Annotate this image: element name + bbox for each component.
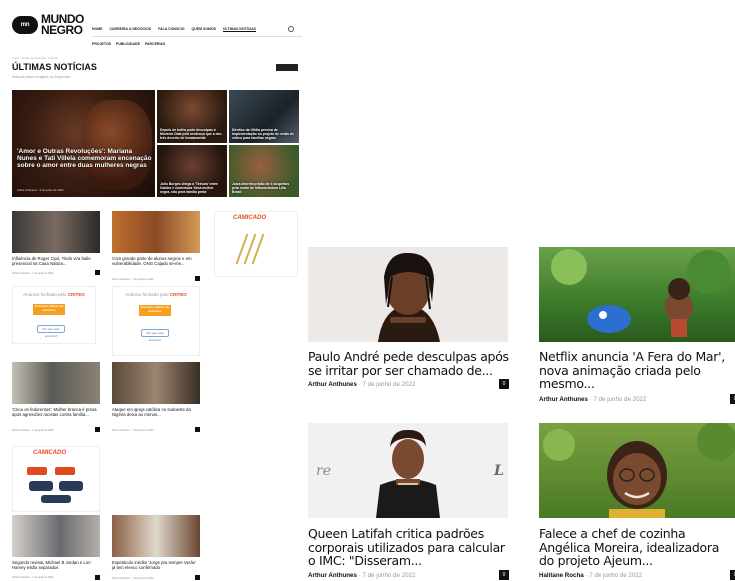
secondary-nav: PROJETOS PUBLICIDADE PARCERIAS bbox=[92, 42, 165, 46]
nav-item-fala[interactable]: FALA CONSCIO bbox=[158, 27, 184, 32]
svg-text:re: re bbox=[316, 463, 331, 479]
article-thumbnail[interactable] bbox=[12, 211, 100, 253]
site-logo[interactable]: mn MUNDO NEGRO bbox=[12, 13, 84, 37]
page-title: ÚLTIMAS NOTÍCIAS bbox=[12, 62, 97, 72]
portrait-illustration bbox=[378, 252, 440, 342]
breadcrumb[interactable]: Início › Todas as Notícias › Últimas bbox=[12, 56, 58, 60]
hero-title[interactable]: 'Amor e Outras Revoluções': Mariana Nune… bbox=[17, 148, 152, 170]
article-meta: Halitane Rocha · 7 de junho de 2022 bbox=[539, 572, 643, 579]
nav-item-carreira[interactable]: CARREIRA & NEGÓCIOS bbox=[110, 27, 152, 32]
criteo-ad[interactable]: Anúncio fechado pelo CRITEO Encontre ofe… bbox=[12, 286, 96, 344]
tile-caption[interactable]: Direitos da Ofídia precisa de implementa… bbox=[232, 128, 296, 140]
hero-article[interactable]: 'Amor e Outras Revoluções': Mariana Nune… bbox=[12, 90, 155, 197]
nav-divider bbox=[92, 36, 302, 37]
portrait-illustration bbox=[543, 423, 735, 518]
article-thumbnail[interactable] bbox=[112, 362, 200, 404]
article-meta: Arthur Anthunes · 7 de junho de 2022 bbox=[112, 577, 154, 580]
tile-caption[interactable]: Júlio Borges chega a 'Textura' entre Gal… bbox=[160, 182, 224, 194]
camicado-logo: CAMICADO bbox=[33, 450, 66, 456]
comment-count-badge[interactable] bbox=[195, 427, 200, 432]
article-title[interactable]: Queen Latifah critica padrões corporais … bbox=[308, 527, 513, 568]
ad-why-button[interactable]: Por que este anúncio? bbox=[141, 329, 169, 342]
nav-item-publicidade[interactable]: PUBLICIDADE bbox=[116, 42, 140, 46]
article-thumbnail[interactable] bbox=[112, 211, 200, 253]
tile-caption[interactable]: Depois de bolha pode desculpas à Ministr… bbox=[160, 128, 224, 140]
comment-count-badge[interactable]: 0 bbox=[730, 394, 735, 404]
svg-text:L: L bbox=[493, 463, 504, 479]
ad-label: Anúncio fechado pelo CRITEO bbox=[125, 292, 187, 297]
article-title[interactable]: Paulo André pede desculpas após se irrit… bbox=[308, 350, 513, 377]
nav-item-parcerias[interactable]: PARCERIAS bbox=[145, 42, 165, 46]
logo-mark: mn bbox=[12, 16, 38, 34]
featured-tile[interactable]: Júlio Borges chega a 'Textura' entre Gal… bbox=[157, 145, 227, 197]
camicado-ad[interactable]: CAMICADO bbox=[12, 446, 100, 512]
nav-item-quem-somos[interactable]: QUEM SOMOS bbox=[192, 27, 217, 32]
comment-count-badge[interactable] bbox=[195, 575, 200, 580]
search-icon[interactable] bbox=[288, 26, 294, 32]
nav-item-home[interactable]: HOME bbox=[92, 27, 103, 32]
article-thumbnail[interactable] bbox=[112, 515, 200, 557]
article-thumbnail[interactable] bbox=[539, 247, 735, 342]
article-thumbnail[interactable] bbox=[539, 423, 735, 518]
main-nav: HOME CARREIRA & NEGÓCIOS FALA CONSCIO QU… bbox=[92, 27, 257, 32]
ad-offer-button[interactable]: Encontre ofertas de anúncios bbox=[33, 304, 65, 315]
article-meta: Arthur Anthunes · 7 de junho de 2022 bbox=[12, 429, 54, 432]
page-overview-panel: mn MUNDO NEGRO HOME CARREIRA & NEGÓCIOS … bbox=[0, 0, 305, 581]
tile-caption[interactable]: Juíza decreta prisão de 4 suspeitos pela… bbox=[232, 182, 296, 194]
article-meta: Arthur Anthunes · 7 de junho de 2022 bbox=[539, 396, 647, 403]
comment-count-badge[interactable] bbox=[95, 427, 100, 432]
ad-offer-button[interactable]: Encontre ofertas de anúncios bbox=[139, 305, 171, 316]
cutlery-image bbox=[235, 228, 275, 272]
portrait-illustration: re L bbox=[316, 429, 504, 518]
featured-tile[interactable]: Direitos da Ofídia precisa de implementa… bbox=[229, 90, 299, 143]
camicado-ad[interactable]: CAMICADO bbox=[214, 211, 298, 277]
ad-label: Anúncio fechado pelo CRITEO bbox=[23, 292, 85, 297]
article-meta: Arthur Anthunes · 7 de junho de 2022 bbox=[12, 576, 54, 579]
ad-why-button[interactable]: Por que este anúncio? bbox=[37, 325, 65, 338]
article-title[interactable]: Influência de Roger Cipó, Tindo vira bai… bbox=[12, 256, 100, 266]
cookware-image bbox=[19, 463, 95, 507]
article-thumbnail[interactable]: re L bbox=[308, 423, 508, 518]
logo-line-2: NEGRO bbox=[41, 23, 83, 37]
article-title[interactable]: Espetáculo inédito 'Jorge pra sempre Ver… bbox=[112, 560, 200, 570]
nav-item-ultimas[interactable]: ÚLTIMAS NOTÍCIAS bbox=[223, 27, 257, 32]
article-thumbnail[interactable] bbox=[308, 247, 508, 342]
comment-count-badge[interactable] bbox=[95, 270, 100, 275]
sort-button[interactable] bbox=[276, 64, 298, 71]
article-title[interactable]: Com grande parte de alunos negros e em v… bbox=[112, 256, 200, 266]
article-title[interactable]: Ataque em igreja católica no sudoeste da… bbox=[112, 407, 200, 417]
featured-tile[interactable]: Juíza decreta prisão de 4 suspeitos pela… bbox=[229, 145, 299, 197]
camicado-logo: CAMICADO bbox=[233, 215, 266, 221]
article-thumbnail[interactable] bbox=[12, 362, 100, 404]
comment-count-badge[interactable]: 0 bbox=[499, 570, 509, 580]
article-title[interactable]: Netflix anuncia 'A Fera do Mar', nova an… bbox=[539, 350, 735, 391]
article-meta: Arthur Anthunes · 7 de junho de 2022 bbox=[112, 278, 154, 281]
article-meta: Arthur Anthunes · 7 de junho de 2022 bbox=[308, 381, 416, 388]
featured-tile[interactable]: Depois de bolha pode desculpas à Ministr… bbox=[157, 90, 227, 143]
article-thumbnail[interactable] bbox=[12, 515, 100, 557]
article-title[interactable]: Falece a chef de cozinha Angélica Moreir… bbox=[539, 527, 735, 568]
hero-meta: Arthur Anthunes · 9 de junho de 2022 bbox=[17, 188, 64, 192]
article-meta: Arthur Anthunes · 7 de junho de 2022 bbox=[112, 429, 154, 432]
comment-count-badge[interactable] bbox=[95, 575, 100, 580]
animation-still bbox=[551, 249, 731, 337]
page-subtitle: Notícias sobre Imagens no Supercine bbox=[12, 75, 71, 79]
hero-image bbox=[82, 100, 152, 190]
article-meta: Arthur Anthunes · 7 de junho de 2022 bbox=[12, 272, 54, 275]
article-title[interactable]: 'Criou os fedorentos': Mulher branca é p… bbox=[12, 407, 100, 417]
comment-count-badge[interactable] bbox=[195, 276, 200, 281]
article-meta: Arthur Anthunes · 7 de junho de 2022 bbox=[308, 572, 416, 579]
article-grid-zoom: Paulo André pede desculpas após se irrit… bbox=[305, 0, 735, 581]
nav-item-projetos[interactable]: PROJETOS bbox=[92, 42, 111, 46]
comment-count-badge[interactable]: 0 bbox=[730, 570, 735, 580]
article-title[interactable]: Segundo revista, Michael B Jordan e Lori… bbox=[12, 560, 100, 570]
comment-count-badge[interactable]: 0 bbox=[499, 379, 509, 389]
criteo-ad[interactable]: Anúncio fechado pelo CRITEO Encontre ofe… bbox=[112, 286, 200, 356]
logo-text: MUNDO NEGRO bbox=[41, 13, 84, 37]
